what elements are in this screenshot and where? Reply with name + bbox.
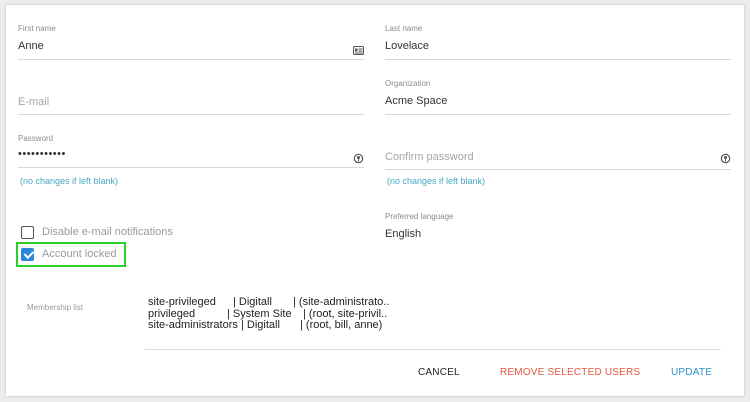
- last-name-field[interactable]: Last name Lovelace: [385, 22, 731, 62]
- password-hint: (no changes if left blank): [20, 176, 119, 186]
- membership-members: | (root, bill, anne): [300, 319, 383, 331]
- preferred-language-field[interactable]: Preferred language English: [385, 210, 731, 250]
- confirm-password-field[interactable]: Confirm password: [385, 145, 731, 173]
- account-locked-checkbox[interactable]: [21, 247, 34, 261]
- password-underline: [18, 167, 364, 168]
- organization-value[interactable]: Acme Space: [385, 95, 447, 107]
- email-placeholder[interactable]: E-mail: [18, 96, 49, 108]
- first-name-label: First name: [18, 24, 56, 33]
- disable-email-checkbox[interactable]: [21, 225, 34, 239]
- password-field[interactable]: Password •••••••••••: [18, 132, 364, 172]
- disable-email-option[interactable]: Disable e-mail notifications: [21, 224, 173, 240]
- membership-group: site-administrators: [148, 319, 238, 331]
- disable-email-label[interactable]: Disable e-mail notifications: [42, 226, 173, 238]
- preferred-language-label: Preferred language: [385, 212, 454, 221]
- cancel-button[interactable]: CANCEL: [418, 367, 460, 378]
- membership-list-label: Membership list: [27, 303, 84, 312]
- membership-divider: [145, 349, 721, 350]
- membership-site: | Digitall: [241, 319, 280, 331]
- last-name-label: Last name: [385, 24, 423, 33]
- organization-label: Organization: [385, 79, 431, 88]
- password-value[interactable]: •••••••••••: [18, 148, 66, 160]
- last-name-underline: [385, 59, 731, 60]
- password-label: Password: [18, 134, 54, 143]
- membership-members: | (site-administrato..: [293, 296, 390, 308]
- confirm-password-underline: [385, 169, 731, 170]
- organization-field[interactable]: Organization Acme Space: [385, 77, 731, 117]
- account-locked-label[interactable]: Account locked: [42, 248, 117, 260]
- first-name-value[interactable]: Anne: [18, 40, 44, 52]
- update-button[interactable]: UPDATE: [671, 367, 712, 378]
- first-name-field[interactable]: First name Anne: [18, 22, 364, 62]
- first-name-underline: [18, 59, 364, 60]
- confirm-password-hint: (no changes if left blank): [387, 176, 486, 186]
- account-locked-option[interactable]: Account locked: [21, 246, 117, 262]
- key-icon[interactable]: [720, 151, 731, 169]
- preferred-language-value[interactable]: English: [385, 228, 421, 240]
- confirm-password-placeholder[interactable]: Confirm password: [385, 151, 474, 163]
- remove-selected-users-button[interactable]: REMOVE SELECTED USERS: [500, 367, 640, 378]
- last-name-value[interactable]: Lovelace: [385, 40, 429, 52]
- contact-card-icon[interactable]: [353, 42, 364, 60]
- email-underline: [18, 114, 364, 115]
- membership-group: site-privileged: [148, 296, 216, 308]
- email-field[interactable]: E-mail: [18, 90, 364, 118]
- organization-underline: [385, 114, 731, 115]
- membership-site: | Digitall: [233, 296, 272, 308]
- user-edit-dialog: [6, 5, 744, 396]
